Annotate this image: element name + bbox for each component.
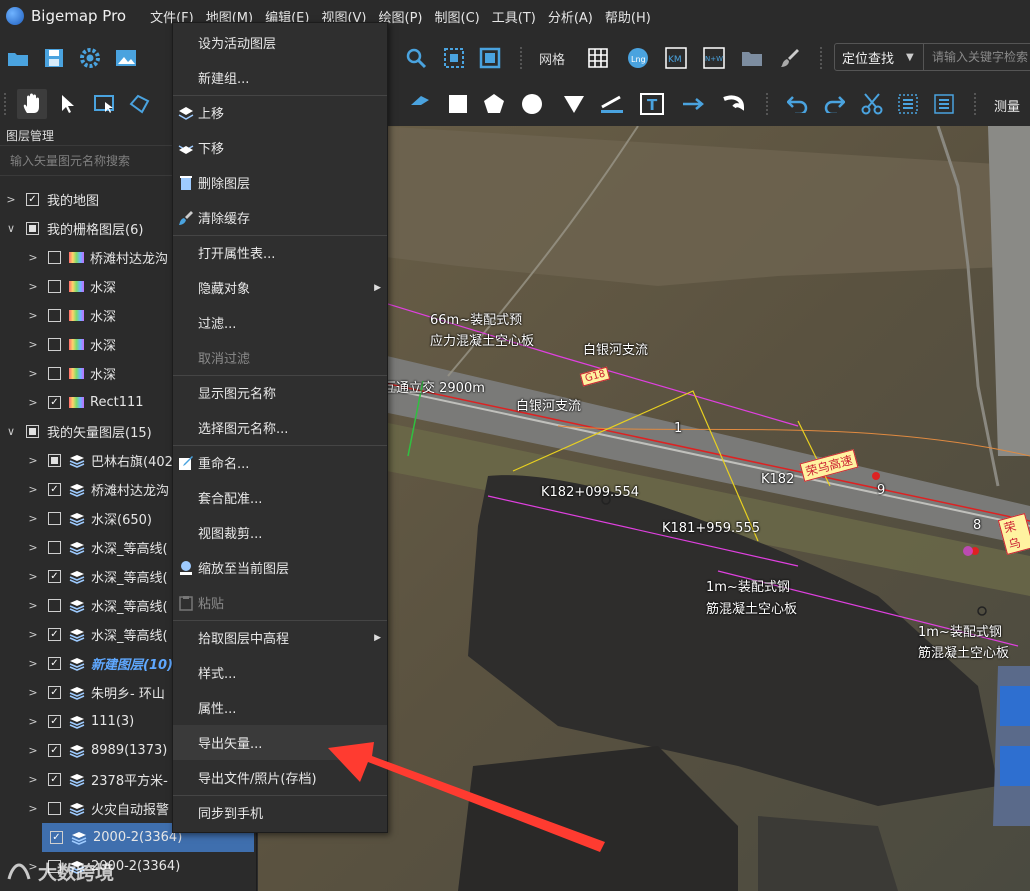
- red-arrow-annotation: [328, 742, 605, 852]
- watermark-text: 大数跨境: [38, 862, 115, 884]
- watermark: 大数跨境: [6, 858, 114, 885]
- watermark-logo-icon: [7, 862, 31, 879]
